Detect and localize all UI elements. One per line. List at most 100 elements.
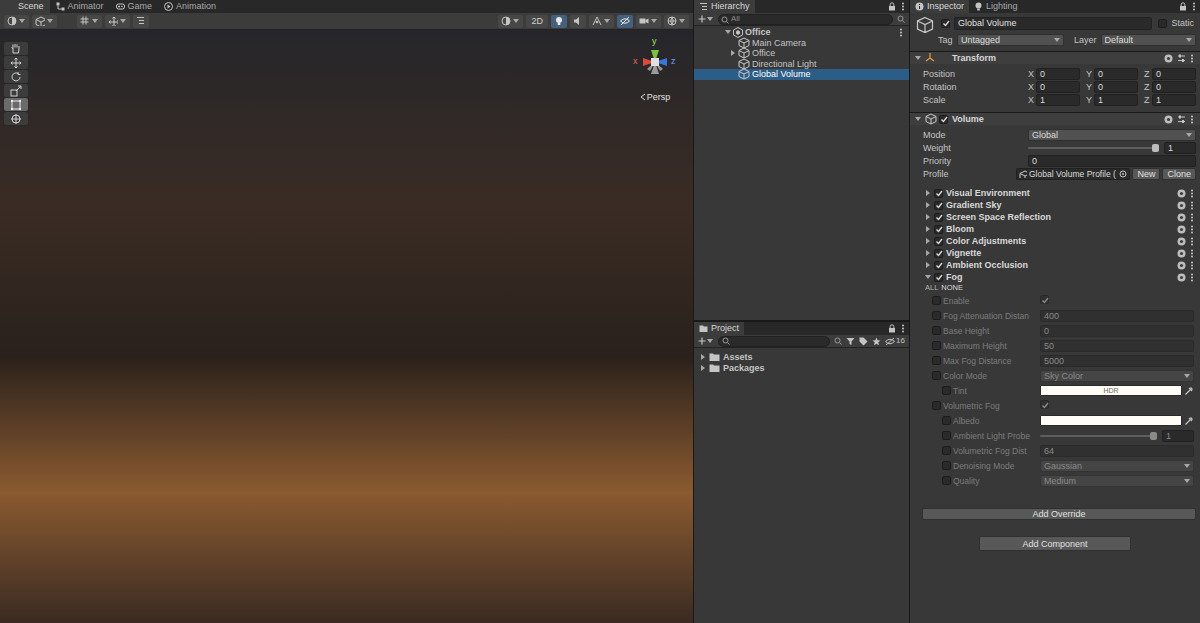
hidden-packages-toggle[interactable]: 16: [885, 335, 905, 347]
override-header[interactable]: Visual Environment: [910, 187, 1200, 199]
override-checkbox[interactable]: [942, 416, 951, 425]
tool-button[interactable]: [4, 56, 28, 69]
number-field[interactable]: 0: [1094, 68, 1138, 80]
component-enabled-checkbox[interactable]: [939, 115, 948, 124]
component-header[interactable]: Volume: [910, 112, 1200, 125]
number-field[interactable]: 0: [1036, 68, 1080, 80]
projection-toggle[interactable]: Persp: [640, 92, 671, 102]
expander[interactable]: [729, 49, 737, 57]
orientation-gizmo[interactable]: yxzPersp: [627, 36, 683, 106]
mode-dropdown[interactable]: Global: [1028, 129, 1196, 141]
hierarchy-search[interactable]: [718, 14, 893, 25]
hierarchy-item[interactable]: Global Volume: [694, 69, 909, 80]
override-checkbox[interactable]: [932, 356, 941, 365]
lighting-toggle[interactable]: [551, 15, 567, 28]
shading-button[interactable]: [498, 15, 523, 28]
number-field[interactable]: 50: [1040, 340, 1194, 352]
name-field[interactable]: Global Volume: [954, 17, 1152, 30]
override-header[interactable]: Fog: [910, 271, 1200, 283]
override-checkbox[interactable]: [932, 311, 941, 320]
grid-button[interactable]: [77, 15, 102, 28]
override-enabled-checkbox[interactable]: [934, 237, 943, 246]
visibility-toggle[interactable]: [617, 15, 633, 28]
number-field[interactable]: 0: [1040, 325, 1194, 337]
override-header[interactable]: Color Adjustments: [910, 235, 1200, 247]
tool-button[interactable]: [4, 42, 28, 55]
number-field[interactable]: 1: [1152, 94, 1196, 106]
override-checkbox[interactable]: [942, 386, 951, 395]
view-options-button[interactable]: [32, 15, 57, 28]
tool-button[interactable]: [4, 70, 28, 83]
gizmos-button[interactable]: [664, 15, 689, 28]
tag-dropdown[interactable]: Untagged: [957, 34, 1064, 46]
priority-field[interactable]: 0: [1028, 155, 1196, 167]
slider-value-field[interactable]: 1: [1164, 142, 1196, 154]
profile-button[interactable]: Clone: [1162, 168, 1196, 180]
hierarchy-item[interactable]: Directional Light: [694, 59, 909, 70]
camera-button[interactable]: [636, 15, 661, 28]
draw-mode-button[interactable]: [4, 15, 29, 28]
color-swatch[interactable]: [1040, 415, 1182, 426]
dropdown-field[interactable]: Gaussian: [1040, 460, 1194, 472]
all-button[interactable]: ALL: [925, 282, 938, 294]
tool-button[interactable]: [4, 84, 28, 97]
override-checkbox[interactable]: [932, 296, 941, 305]
slider-knob[interactable]: [1152, 144, 1159, 152]
hierarchy-item[interactable]: Main Camera: [694, 38, 909, 49]
snap-button[interactable]: [105, 15, 130, 28]
override-checkbox[interactable]: [932, 371, 941, 380]
profile-button[interactable]: New: [1132, 168, 1160, 180]
hierarchy-item[interactable]: Office: [694, 27, 909, 38]
project-item[interactable]: Assets: [694, 352, 909, 363]
override-checkbox[interactable]: [932, 401, 941, 410]
value-checkbox[interactable]: [1040, 400, 1049, 409]
create-button[interactable]: [698, 337, 714, 345]
override-checkbox[interactable]: [932, 341, 941, 350]
effects-button[interactable]: [589, 15, 614, 28]
active-checkbox[interactable]: [941, 19, 950, 28]
override-enabled-checkbox[interactable]: [934, 201, 943, 210]
number-field[interactable]: 400: [1040, 310, 1194, 322]
override-enabled-checkbox[interactable]: [934, 261, 943, 270]
number-field[interactable]: 1: [1094, 94, 1138, 106]
number-field[interactable]: 5000: [1040, 355, 1194, 367]
tool-button[interactable]: [4, 112, 28, 125]
override-checkbox[interactable]: [932, 326, 941, 335]
override-checkbox[interactable]: [942, 446, 951, 455]
project-search[interactable]: [718, 336, 830, 347]
layer-dropdown[interactable]: Default: [1101, 34, 1196, 46]
override-header[interactable]: Bloom: [910, 223, 1200, 235]
tab[interactable]: Lighting: [969, 0, 1023, 13]
override-enabled-checkbox[interactable]: [934, 225, 943, 234]
override-checkbox[interactable]: [942, 461, 951, 470]
number-field[interactable]: 0: [1036, 81, 1080, 93]
number-field[interactable]: 0: [1152, 81, 1196, 93]
tab[interactable]: Project: [694, 322, 744, 335]
number-field[interactable]: 0: [1094, 81, 1138, 93]
tab[interactable]: Inspector: [910, 0, 969, 13]
number-field[interactable]: 64: [1040, 445, 1194, 457]
override-header[interactable]: Vignette: [910, 247, 1200, 259]
increment-button[interactable]: [133, 15, 149, 28]
audio-toggle[interactable]: [570, 15, 586, 28]
static-checkbox[interactable]: [1158, 19, 1167, 28]
hierarchy-item[interactable]: Office: [694, 48, 909, 59]
slider-track[interactable]: [1028, 142, 1160, 154]
2d-toggle[interactable]: 2D: [526, 15, 548, 28]
value-checkbox[interactable]: [1040, 295, 1049, 304]
override-enabled-checkbox[interactable]: [934, 249, 943, 258]
number-field[interactable]: 1: [1036, 94, 1080, 106]
profile-field[interactable]: Global Volume Profile (: [1016, 168, 1130, 180]
add-override-button[interactable]: Add Override: [922, 508, 1196, 520]
project-item[interactable]: Packages: [694, 363, 909, 374]
override-header[interactable]: Gradient Sky: [910, 199, 1200, 211]
color-swatch[interactable]: HDR: [1040, 385, 1182, 396]
override-enabled-checkbox[interactable]: [934, 189, 943, 198]
scene-viewport[interactable]: yxzPersp: [0, 30, 693, 623]
slider-track[interactable]: [1040, 430, 1158, 442]
slider-knob[interactable]: [1150, 432, 1157, 440]
tab[interactable]: Animator: [50, 0, 110, 13]
tab[interactable]: Game: [110, 0, 159, 13]
slider-value-field[interactable]: 1: [1162, 430, 1194, 442]
override-enabled-checkbox[interactable]: [934, 273, 943, 282]
